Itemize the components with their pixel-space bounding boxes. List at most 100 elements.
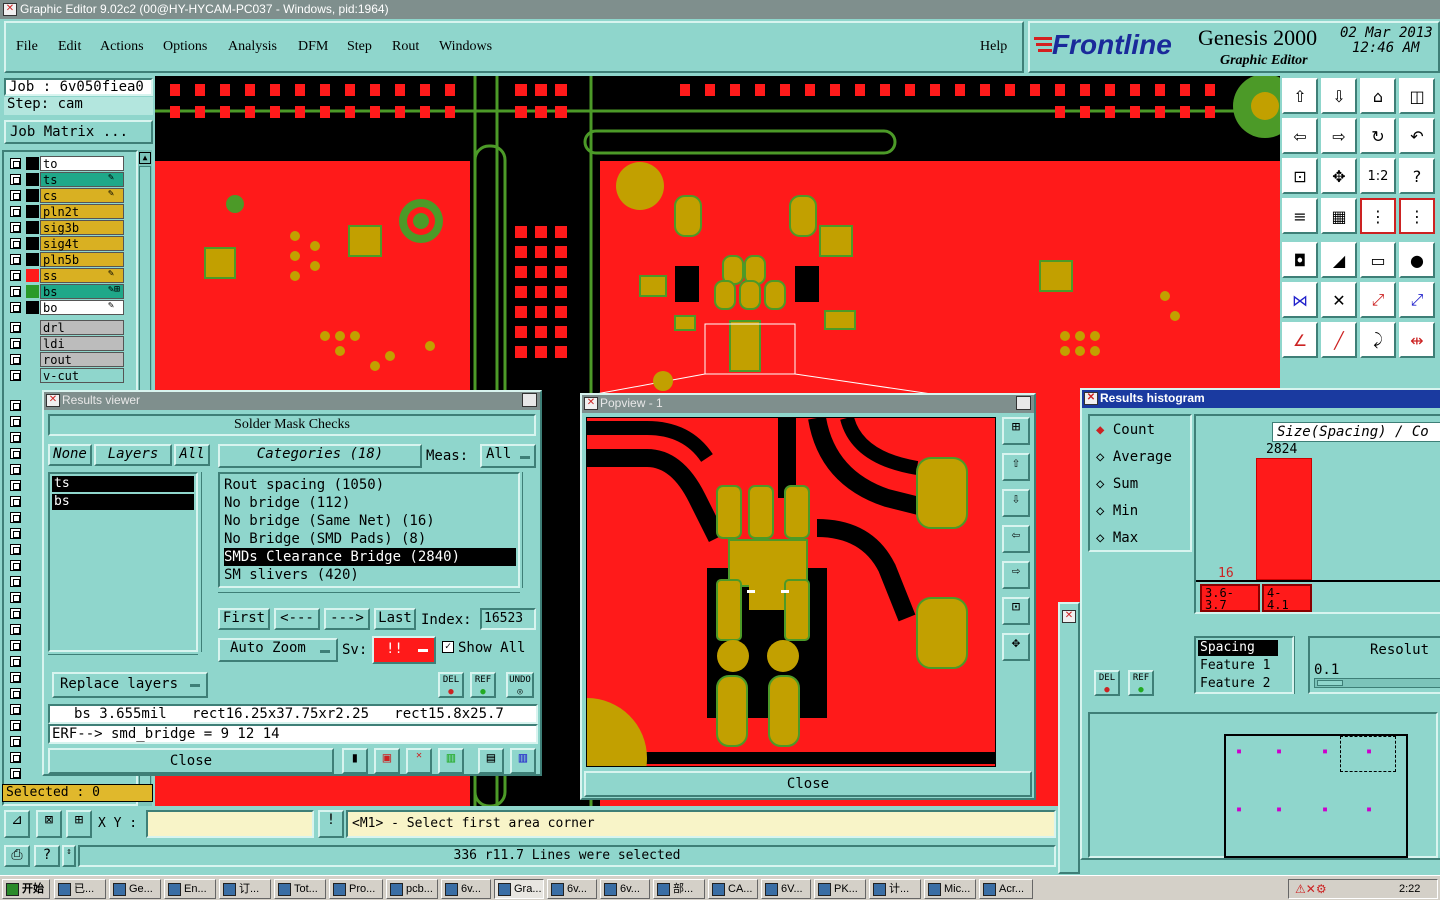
pan-down-icon[interactable]: ⇩ (1321, 78, 1357, 114)
layer-checkbox[interactable] (10, 752, 21, 763)
layer-name[interactable]: pln2t (40, 204, 124, 219)
diagonal-alt-icon[interactable]: ⤢ (1399, 282, 1435, 318)
layer-checkbox[interactable] (10, 238, 21, 249)
bin-label[interactable]: 4- 4.1 (1262, 584, 1312, 612)
layer-color-chip[interactable] (26, 157, 39, 170)
last-button[interactable]: Last (374, 608, 416, 630)
grid-icon[interactable]: ▦ (1321, 198, 1357, 234)
layer-checkbox[interactable] (10, 158, 21, 169)
layer-row-pln2t[interactable]: pln2t (8, 204, 124, 219)
layer-row-rout[interactable]: rout (8, 352, 124, 367)
del-button[interactable]: DEL ● (438, 672, 464, 698)
histogram-ref-button[interactable]: REF ● (1128, 670, 1154, 696)
layer-name[interactable]: ldi (40, 336, 124, 351)
layer-checkbox[interactable] (10, 544, 21, 555)
taskbar-item[interactable]: 已... (54, 879, 106, 899)
layer-color-chip[interactable] (26, 285, 39, 298)
menu-analysis[interactable]: Analysis (228, 39, 277, 55)
slash-line-icon[interactable]: ╱ (1321, 322, 1357, 358)
overview-frame[interactable]: ▪ ▪ ▪ ▪ ▪ ▪ ▪ ▪ (1224, 734, 1408, 858)
close-icon[interactable]: ✕ (1016, 396, 1031, 410)
zoom-1-to-2-icon[interactable]: 1:2 (1360, 158, 1396, 194)
pan-up-icon[interactable]: ⇧ (1002, 453, 1030, 481)
ref-delete-icon[interactable]: ✕ (406, 748, 432, 774)
taskbar-item[interactable]: pcb... (386, 879, 438, 899)
zoom-center-icon[interactable]: ✥ (1321, 158, 1357, 194)
layer-name[interactable]: to (40, 156, 124, 171)
start-button[interactable]: 开始 (2, 879, 50, 899)
replace-layers-dropdown[interactable]: Replace layers (52, 672, 208, 698)
measure-line-icon[interactable]: ◢ (1321, 242, 1357, 278)
layer-checkbox[interactable] (10, 270, 21, 281)
layer-color-chip[interactable] (26, 301, 39, 314)
histogram-titlebar[interactable]: ✕ Results histogram (1082, 390, 1440, 408)
zoom-fit-icon[interactable]: ⊡ (1002, 597, 1030, 625)
layers-all-button[interactable]: All (174, 444, 210, 466)
layer-checkbox[interactable] (10, 592, 21, 603)
ref-button[interactable]: REF ● (470, 672, 496, 698)
category-item[interactable]: No bridge (112) (224, 494, 350, 512)
next-button[interactable]: ---> (324, 608, 370, 630)
select-point-icon[interactable]: ◘ (1282, 242, 1318, 278)
taskbar-item[interactable]: 6V... (761, 879, 811, 899)
menu-options[interactable]: Options (163, 39, 207, 55)
category-item[interactable]: No Bridge (SMD Pads) (8) (224, 530, 426, 548)
pan-right-icon[interactable]: ⇨ (1321, 118, 1357, 154)
show-all-checkbox[interactable]: ✓ (442, 641, 454, 653)
tray-icon[interactable]: ⚠✕⚙ (1295, 882, 1327, 896)
layer-checkbox[interactable] (10, 560, 21, 571)
layer-checkbox[interactable] (10, 400, 21, 411)
layer-checkbox[interactable] (10, 464, 21, 475)
undo-button[interactable]: UNDO ◎ (506, 672, 534, 698)
angle-icon[interactable]: ∠ (1282, 322, 1318, 358)
pan-up-icon[interactable]: ⇧ (1282, 78, 1318, 114)
layer-checkbox[interactable] (10, 322, 21, 333)
snap-red-icon[interactable]: ⋮ (1360, 198, 1396, 234)
taskbar-item[interactable]: 订... (219, 879, 271, 899)
taskbar-item[interactable]: PK... (814, 879, 866, 899)
layer-checkbox[interactable] (10, 720, 21, 731)
list-item[interactable]: Spacing (1198, 640, 1278, 656)
connect-nodes-icon[interactable]: ⋈ (1282, 282, 1318, 318)
menu-file[interactable]: File (16, 39, 38, 55)
xy-input[interactable] (146, 810, 314, 838)
layer-row-ts[interactable]: ts ✎ (8, 172, 124, 187)
compare-icon[interactable]: ▥ (438, 748, 464, 774)
help-icon[interactable]: ? (34, 845, 60, 867)
printer-icon[interactable]: ⎙ (4, 845, 30, 867)
category-item-selected[interactable]: SMDs Clearance Bridge (2840) (224, 548, 516, 566)
layer-checkbox[interactable] (10, 254, 21, 265)
categories-vscroll[interactable] (522, 472, 536, 588)
category-item[interactable]: SM slivers (420) (224, 566, 359, 584)
menu-rout[interactable]: Rout (392, 39, 419, 55)
snap-alt-icon[interactable]: ⋮ (1399, 198, 1435, 234)
layer-color-chip[interactable] (26, 205, 39, 218)
snap-icon[interactable]: ⊠ (36, 810, 62, 838)
layers-hscroll[interactable] (48, 654, 198, 666)
zoom-center-icon[interactable]: ✥ (1002, 633, 1030, 661)
bin-label[interactable]: 3.6- 3.7 (1200, 584, 1260, 612)
layer-checkbox[interactable] (10, 286, 21, 297)
layer-row-cs[interactable]: cs ✎ (8, 188, 124, 203)
layer-checkbox[interactable] (10, 688, 21, 699)
layer-row-ss[interactable]: ss ✎ (8, 268, 124, 283)
layer-checkbox[interactable] (10, 496, 21, 507)
taskbar-item[interactable]: En... (164, 879, 216, 899)
layer-name[interactable]: rout (40, 352, 124, 367)
mode-count[interactable]: ◆ Count (1096, 422, 1155, 438)
layer-name[interactable]: pln5b (40, 252, 124, 267)
taskbar-item[interactable]: Ge... (109, 879, 161, 899)
measure-icon[interactable]: ⊿ (4, 810, 30, 838)
layer-row-bs[interactable]: bs ✎⊞ (8, 284, 124, 299)
pan-right-icon[interactable]: ⇨ (1002, 561, 1030, 589)
close-icon[interactable]: ✕ (522, 393, 537, 407)
zoomed-pcb-view[interactable] (587, 418, 996, 767)
layers-none-button[interactable]: None (48, 444, 92, 466)
taskbar-item[interactable]: Tot... (274, 879, 326, 899)
undo-zoom-icon[interactable]: ↶ (1399, 118, 1435, 154)
layer-row-sig4t[interactable]: sig4t (8, 236, 124, 251)
grid-snap-icon[interactable]: ⊞ (66, 810, 92, 838)
histogram-icon[interactable]: ▥ (510, 748, 536, 774)
taskbar-item[interactable]: 6v... (547, 879, 597, 899)
layer-row-bo[interactable]: bo ✎ (8, 300, 124, 315)
